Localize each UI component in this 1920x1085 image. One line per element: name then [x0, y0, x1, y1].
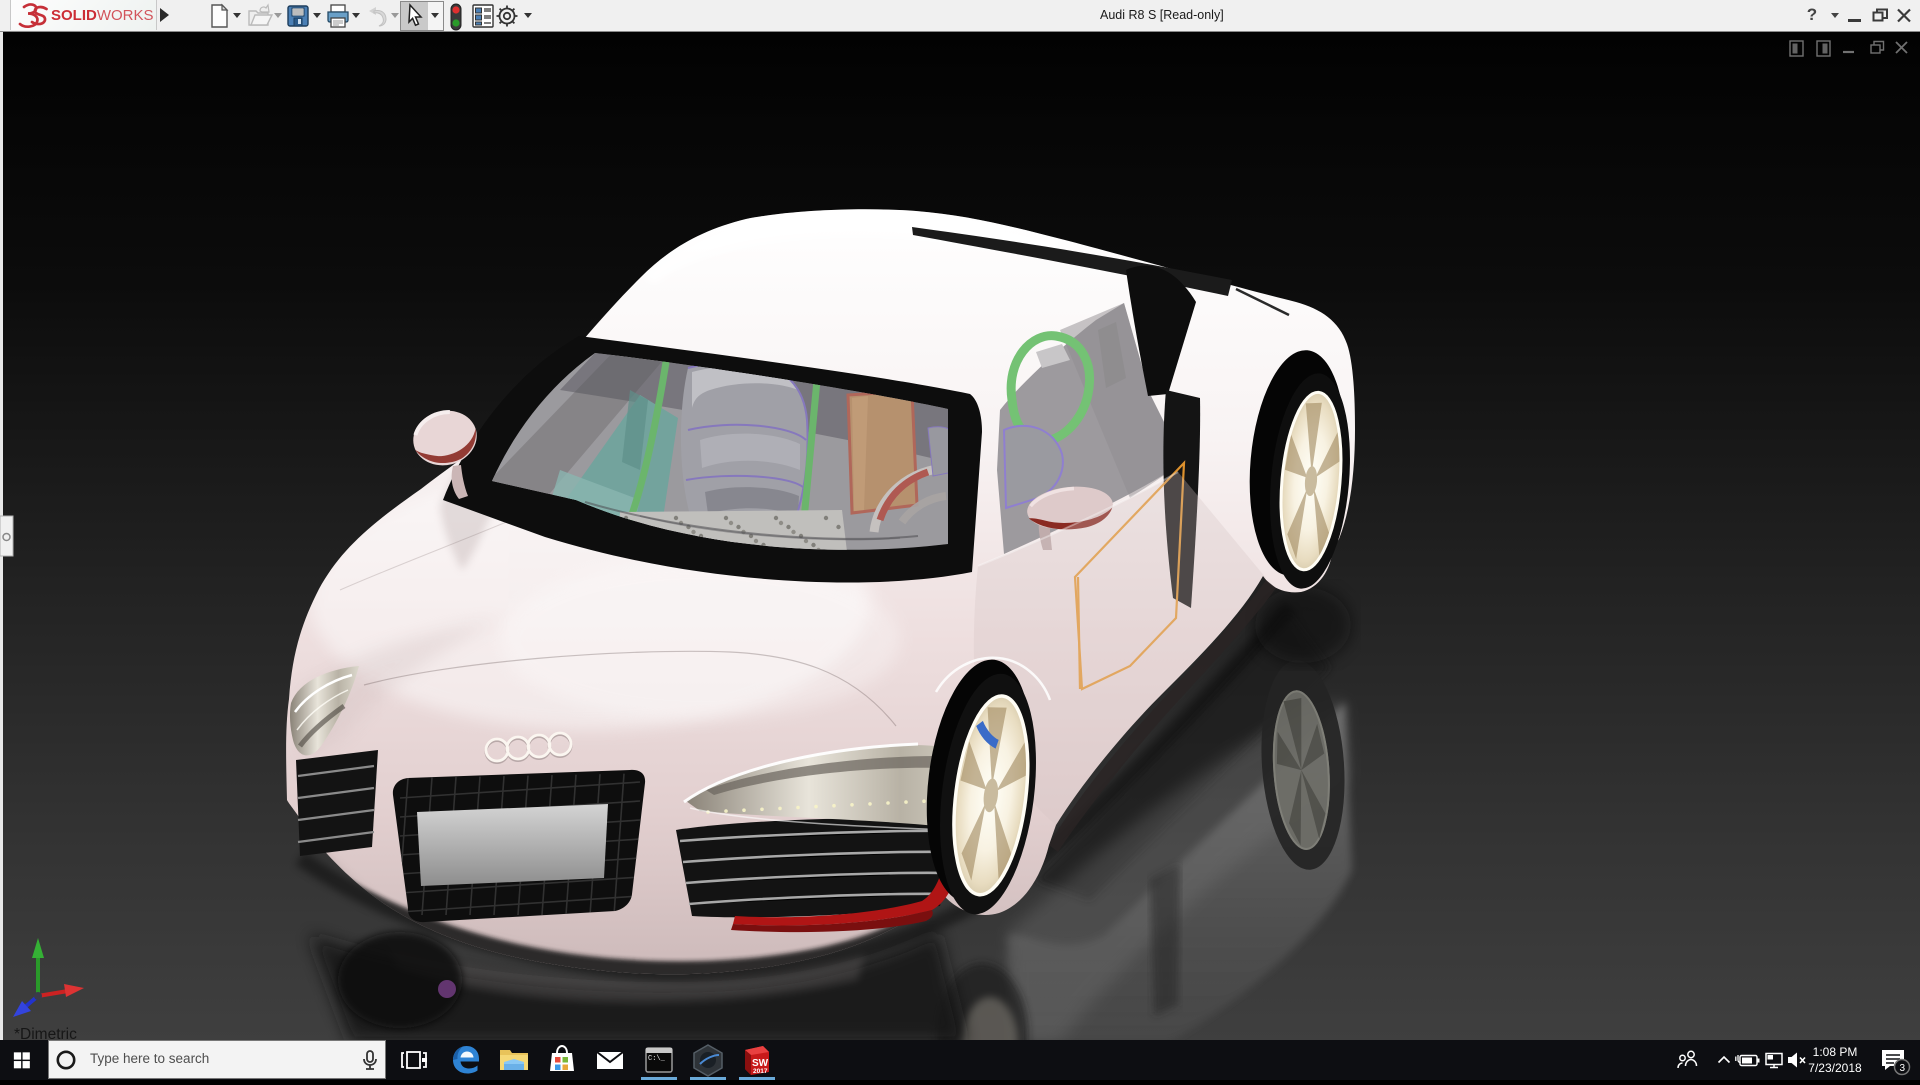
svg-text:3: 3 [1900, 1063, 1906, 1074]
svg-text:2017: 2017 [753, 1068, 768, 1075]
svg-text:C:\_: C:\_ [648, 1055, 666, 1063]
